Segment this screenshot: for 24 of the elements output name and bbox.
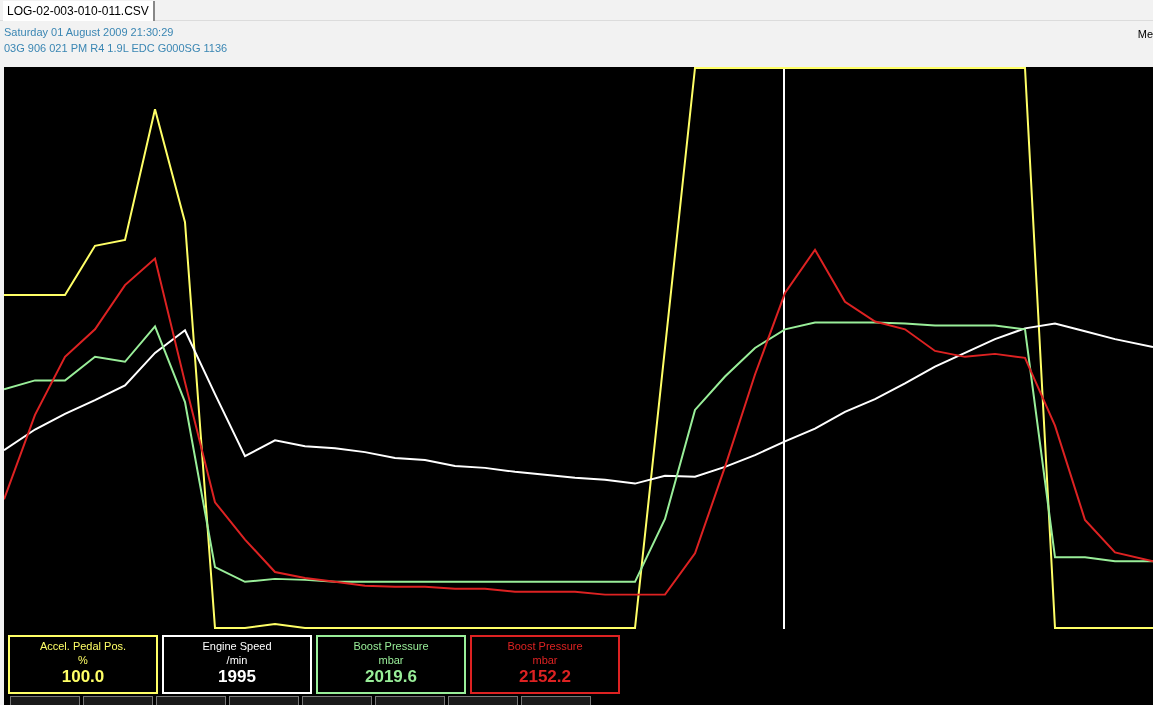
gauge-label: Accel. Pedal Pos. bbox=[39, 639, 127, 653]
button[interactable] bbox=[375, 696, 445, 705]
gauge-label: Boost Pressure bbox=[507, 639, 583, 653]
header-label: Me bbox=[1137, 27, 1153, 42]
gauge-unit: mbar bbox=[378, 653, 404, 667]
log-date: Saturday 01 August 2009 21:30:29 bbox=[4, 25, 175, 40]
gauge-value: 2152.2 bbox=[519, 667, 571, 687]
gauge-value: 1995 bbox=[218, 667, 256, 687]
gauge-unit: mbar bbox=[532, 653, 558, 667]
button[interactable] bbox=[521, 696, 591, 705]
button[interactable] bbox=[10, 696, 80, 705]
gauge-value: 100.0 bbox=[61, 667, 105, 687]
ecu-info: 03G 906 021 PM R4 1.9L EDC G000SG 1136 bbox=[4, 41, 228, 56]
gauge-label: Boost Pressure bbox=[353, 639, 429, 653]
button[interactable] bbox=[83, 696, 153, 705]
gauge-unit: % bbox=[78, 653, 88, 667]
button[interactable] bbox=[229, 696, 299, 705]
gauge-value: 2019.6 bbox=[365, 667, 417, 687]
gauge-unit: /min bbox=[226, 653, 248, 667]
gauge-label: Engine Speed bbox=[202, 639, 272, 653]
button[interactable] bbox=[156, 696, 226, 705]
button[interactable] bbox=[448, 696, 518, 705]
file-tab[interactable]: LOG-02-003-010-011.CSV bbox=[3, 1, 155, 21]
button[interactable] bbox=[302, 696, 372, 705]
